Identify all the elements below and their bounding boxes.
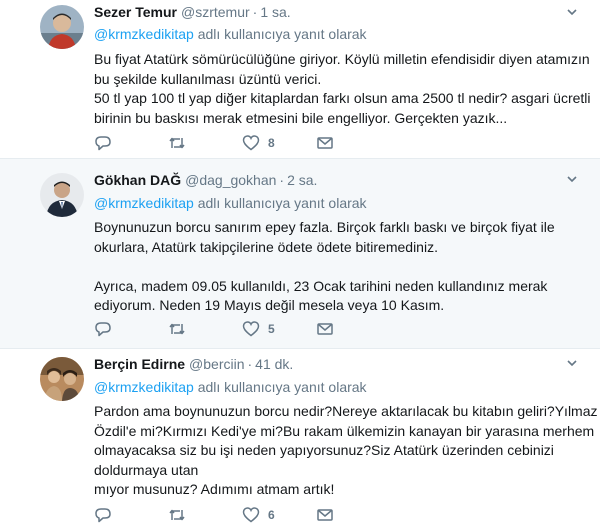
- direct-message-button[interactable]: [316, 133, 334, 153]
- timestamp[interactable]: 41 dk.: [255, 356, 293, 372]
- reply-icon: [95, 136, 111, 151]
- tweet-text-line: Ayrıca, madem 09.05 kullanıldı, 23 Ocak …: [94, 277, 548, 294]
- heart-icon: [242, 321, 260, 337]
- tweet-text-line: okurlara, Atatürk takipçilerine ödete öd…: [94, 238, 438, 255]
- chevron-down-icon[interactable]: [566, 6, 578, 18]
- direct-message-button[interactable]: [316, 505, 334, 525]
- direct-message-icon: [317, 509, 333, 521]
- user-name[interactable]: Berçin Edirne: [94, 356, 185, 372]
- tweet-text: Boynunuzun borcu sanırım epey fazla. Bir…: [94, 218, 590, 316]
- chevron-down-icon[interactable]: [566, 173, 578, 185]
- tweet-text-line: doldurmaya utan: [94, 461, 199, 478]
- replying-to: @krmzkedikitap adlı kullanıcıya yanıt ol…: [94, 25, 367, 43]
- user-handle[interactable]: @szrtemur: [181, 4, 250, 20]
- like-count: 6: [268, 508, 275, 522]
- tweet-text-line: Pardon ama boynunuzun borcu nedir?Nereye…: [94, 403, 598, 419]
- replying-to-label: adlı kullanıcıya yanıt olarak: [197, 26, 367, 42]
- timestamp[interactable]: 2 sa.: [287, 172, 317, 188]
- reply-icon: [95, 322, 111, 337]
- tweet-text: Pardon ama boynunuzun borcu nedir?Nereye…: [94, 402, 598, 500]
- tweet[interactable]: Gökhan DAĞ @dag_gokhan · 2 sa. @krmzkedikit…: [0, 159, 600, 349]
- direct-message-icon: [317, 137, 333, 149]
- heart-icon: [242, 135, 260, 151]
- timestamp[interactable]: 1 sa.: [260, 4, 290, 20]
- reply-button[interactable]: [94, 319, 120, 339]
- tweet[interactable]: Berçin Edirne @berciin · 41 dk. @krmzkediki…: [0, 349, 600, 529]
- chevron-down-icon[interactable]: [566, 357, 578, 369]
- tweet-text-line: Özdil'e mi?Kırmızı Kedi'ye mi?Bu rakam ü…: [94, 422, 595, 439]
- replying-to: @krmzkedikitap adlı kullanıcıya yanıt ol…: [94, 378, 367, 396]
- replying-to: @krmzkedikitap adlı kullanıcıya yanıt ol…: [94, 194, 367, 212]
- retweet-icon: [169, 323, 185, 335]
- tweet[interactable]: Sezer Temur @szrtemur · 1 sa. @krmzkedikita…: [0, 0, 600, 159]
- avatar[interactable]: [40, 173, 84, 217]
- like-count: 5: [268, 322, 275, 336]
- direct-message-button[interactable]: [316, 319, 334, 339]
- tweet-actions: 6: [94, 505, 354, 525]
- like-button[interactable]: 6: [242, 505, 275, 525]
- tweet-header: Gökhan DAĞ @dag_gokhan · 2 sa.: [94, 171, 317, 189]
- like-button[interactable]: 5: [242, 319, 275, 339]
- tweet-text-line: olmayacaksa siz bu işi neden yapıyorsunu…: [94, 442, 554, 458]
- reply-button[interactable]: [94, 505, 120, 525]
- tweet-text-line: mıyor musunuz? Adımımı atmam artık!: [94, 481, 335, 497]
- user-name[interactable]: Gökhan DAĞ: [94, 172, 181, 188]
- tweet-text-line: 50 tl yap 100 tl yap diğer kitaplardan f…: [94, 90, 591, 106]
- like-count: 8: [268, 136, 275, 150]
- reply-button[interactable]: [94, 133, 120, 153]
- tweet-text-line: ediyorum. Neden 19 Mayıs değil mesela ve…: [94, 297, 445, 313]
- direct-message-icon: [317, 323, 333, 335]
- like-button[interactable]: 8: [242, 133, 275, 153]
- separator-dot: ·: [247, 356, 253, 372]
- tweet-text-line: birinin bu baskısı merak etmesini bile e…: [94, 109, 508, 126]
- tweet-text: Bu fiyat Atatürk sömürücülüğüne giriyor.…: [94, 50, 591, 128]
- retweet-icon: [169, 509, 185, 521]
- retweet-button[interactable]: [168, 133, 194, 153]
- tweet-header: Sezer Temur @szrtemur · 1 sa.: [94, 3, 291, 21]
- separator-dot: ·: [279, 172, 285, 188]
- replying-to-label: adlı kullanıcıya yanıt olarak: [197, 379, 367, 395]
- tweet-text-line: bu şekilde kullanılması üzüntü verici.: [94, 70, 322, 87]
- separator-dot: ·: [252, 4, 258, 20]
- tweet-actions: 8: [94, 133, 354, 153]
- mention-link[interactable]: @krmzkedikitap: [94, 26, 194, 42]
- retweet-button[interactable]: [168, 319, 194, 339]
- retweet-button[interactable]: [168, 505, 194, 525]
- user-handle[interactable]: @dag_gokhan: [185, 172, 276, 188]
- heart-icon: [242, 507, 260, 523]
- retweet-icon: [169, 137, 185, 149]
- user-handle[interactable]: @berciin: [189, 356, 244, 372]
- user-name[interactable]: Sezer Temur: [94, 4, 177, 20]
- avatar[interactable]: [40, 357, 84, 401]
- reply-icon: [95, 508, 111, 523]
- tweet-text-line: Bu fiyat Atatürk sömürücülüğüne giriyor.…: [94, 51, 590, 67]
- mention-link[interactable]: @krmzkedikitap: [94, 379, 194, 395]
- tweet-text-line: Boynunuzun borcu sanırım epey fazla. Bir…: [94, 219, 555, 235]
- mention-link[interactable]: @krmzkedikitap: [94, 195, 194, 211]
- replying-to-label: adlı kullanıcıya yanıt olarak: [197, 195, 367, 211]
- tweet-actions: 5: [94, 319, 354, 339]
- tweet-header: Berçin Edirne @berciin · 41 dk.: [94, 355, 293, 373]
- avatar[interactable]: [40, 5, 84, 49]
